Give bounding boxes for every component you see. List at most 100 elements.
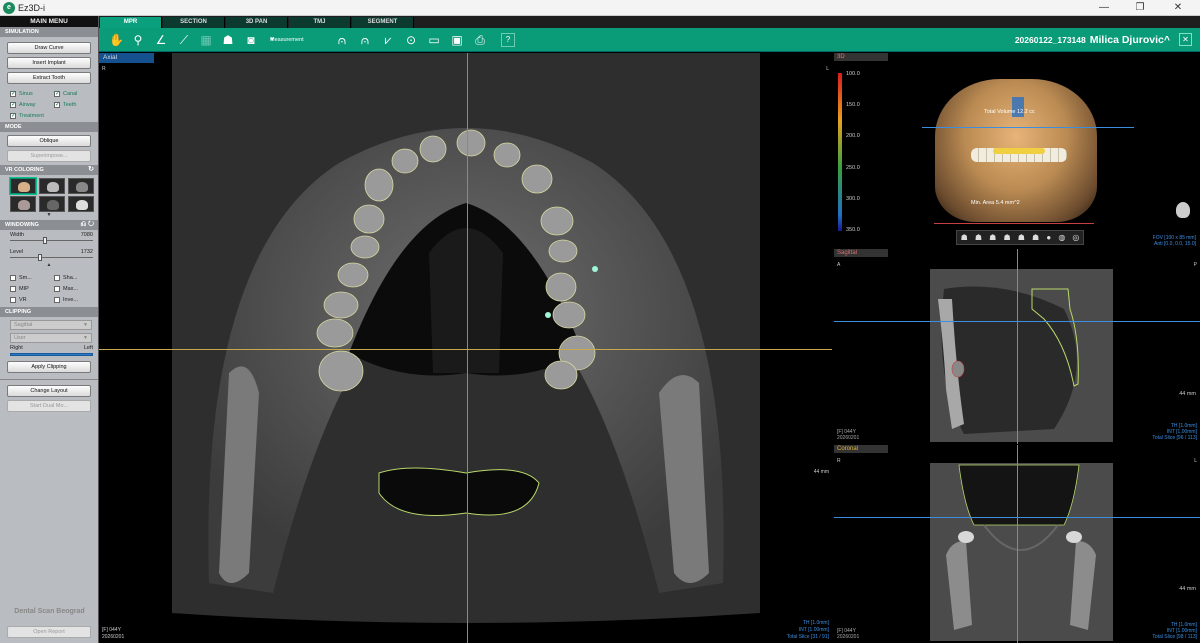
3d-view[interactable]: 3D 100.0 150.0 200.0 250.0 300.0 350.0 T… <box>834 53 1200 248</box>
patient-name: Milica Djurovic^ <box>1089 34 1170 46</box>
clip-left-label: Left <box>83 345 93 351</box>
coronal-vertical-crosshair[interactable] <box>1017 445 1018 643</box>
vr-checkbox[interactable]: VR <box>10 296 54 303</box>
windowing-reset-icon[interactable]: ⎌ ↻ <box>81 220 94 230</box>
axial-scan-image <box>172 53 760 623</box>
mip-checkbox[interactable]: MIP <box>10 285 54 292</box>
windowing-collapse-icon[interactable]: ▲ <box>0 262 98 271</box>
vr-preset-2[interactable] <box>39 178 65 194</box>
implant-icon[interactable]: ⩀ <box>358 33 372 47</box>
width-track[interactable] <box>10 240 93 241</box>
vr-preset-1[interactable] <box>9 177 37 195</box>
sagittal-corner-a: A <box>837 262 841 268</box>
tab-segment[interactable]: SEGMENT <box>352 17 414 28</box>
airway-checkbox[interactable]: ✓ Airway <box>10 101 54 108</box>
level-slider-handle[interactable] <box>38 254 43 261</box>
vr-preset-4[interactable] <box>10 196 36 212</box>
level-track[interactable] <box>10 257 93 258</box>
tab-section[interactable]: SECTION <box>163 17 225 28</box>
brand-label: Dental Scan Beograd <box>14 608 85 615</box>
treatment-checkbox[interactable]: ✓ Treatment <box>10 112 57 119</box>
sagittal-vertical-crosshair[interactable] <box>1017 249 1018 444</box>
help-icon[interactable]: ? <box>501 33 515 47</box>
insert-implant-button[interactable]: Insert Implant <box>7 57 91 69</box>
min-area-label: Min. Area 5.4 mm^2 <box>971 200 1020 206</box>
view-left-icon[interactable]: ☗ <box>989 233 996 242</box>
axial-corner-r: R <box>102 66 106 72</box>
max-checkbox[interactable]: Max... <box>54 285 98 292</box>
close-patient-icon[interactable]: ✕ <box>1179 33 1192 46</box>
coronal-scale: 44 mm <box>1179 586 1196 592</box>
clipping-range-slider[interactable] <box>10 353 93 356</box>
axial-vertical-crosshair[interactable] <box>467 53 468 643</box>
ruler-icon[interactable]: ▦ <box>199 33 213 47</box>
superimpose-button[interactable]: Superimpose... <box>7 150 91 162</box>
maximize-button[interactable]: ❐ <box>1122 0 1158 16</box>
coronal-label: Coronal <box>834 445 888 453</box>
teeth-checkbox[interactable]: ✓ Teeth <box>54 101 98 108</box>
refresh-icon[interactable]: ↻ <box>88 165 94 175</box>
minimize-button[interactable]: — <box>1086 0 1122 16</box>
start-dual-mode-button[interactable]: Start Dual Mo... <box>7 400 91 412</box>
density-icon[interactable]: ⩗ <box>381 33 395 47</box>
axial-info-left-2: 20260201 <box>102 634 125 640</box>
tab-3d-pan[interactable]: 3D PAN <box>226 17 288 28</box>
sagittal-scale: 44 mm <box>1179 391 1196 397</box>
tab-tmj[interactable]: TMJ <box>289 17 351 28</box>
annotation-icon[interactable]: ☗ <box>221 33 235 47</box>
vr-preset-5[interactable] <box>39 196 65 212</box>
zoom-icon[interactable]: ⚲ <box>131 33 145 47</box>
layout-2-icon[interactable]: ▣ <box>450 33 464 47</box>
view-back-icon[interactable]: ☗ <box>975 233 982 242</box>
layout-1-icon[interactable]: ▭ <box>427 33 441 47</box>
invert-checkbox[interactable]: Inve... <box>54 296 98 303</box>
view-right-icon[interactable]: ☗ <box>1003 233 1010 242</box>
curve-measure-icon[interactable]: ⟋ <box>177 33 191 47</box>
sagittal-horizontal-crosshair[interactable] <box>834 321 1200 322</box>
main-menu-sidebar: MAIN MENU SIMULATION Draw Curve Insert I… <box>0 16 99 643</box>
save-image-icon[interactable]: ⎙ <box>473 33 487 47</box>
view-reset-icon[interactable]: ◍ <box>1058 233 1065 242</box>
coronal-view[interactable]: Coronal R L 44 mm [F] 044Y 20260201 TH [… <box>834 445 1200 643</box>
extract-tooth-button[interactable]: Extract Tooth <box>7 72 91 84</box>
oblique-button[interactable]: Oblique <box>7 135 91 147</box>
pan-hand-icon[interactable]: ✋ <box>109 33 124 47</box>
clipping-mode-select[interactable]: User ▼ <box>10 333 92 343</box>
sinus-checkbox[interactable]: ✓ Sinus <box>10 90 54 97</box>
vr-preset-6[interactable] <box>68 196 94 212</box>
width-label: Width <box>10 232 25 238</box>
view-bottom-icon[interactable]: ☗ <box>1032 233 1039 242</box>
measurement-label[interactable]: Measurement <box>270 37 304 43</box>
clipping-plane-select[interactable]: Sagittal ▼ <box>10 320 92 330</box>
orientation-head-icon[interactable] <box>1176 202 1190 218</box>
sagittal-info-left: [F] 044Y 20260201 <box>837 429 859 441</box>
sharpen-checkbox[interactable]: Sha... <box>54 274 98 281</box>
sagittal-view[interactable]: Sagittal A P 44 mm [F] 044Y 20260201 TH … <box>834 249 1200 444</box>
width-slider-handle[interactable] <box>43 237 48 244</box>
vr-preset-3[interactable] <box>68 178 94 194</box>
smooth-checkbox[interactable]: Sm... <box>10 274 54 281</box>
apply-clipping-button[interactable]: Apply Clipping <box>7 361 91 373</box>
vr-expand-icon[interactable]: ▼ <box>0 212 98 220</box>
axial-horizontal-crosshair[interactable] <box>99 349 832 350</box>
coronal-info-left: [F] 044Y 20260201 <box>837 628 859 640</box>
nerve-icon[interactable]: ⩀ <box>335 33 349 47</box>
view-top-icon[interactable]: ☗ <box>1018 233 1025 242</box>
capture-icon[interactable]: ◙ <box>244 33 258 47</box>
close-window-button[interactable]: ✕ <box>1160 0 1196 16</box>
canal-checkbox[interactable]: ✓ Canal <box>54 90 98 97</box>
view-rotate-icon[interactable]: ◎ <box>1072 233 1079 242</box>
density-colorbar <box>838 73 842 231</box>
open-report-button[interactable]: Open Report <box>7 626 91 638</box>
coronal-horizontal-crosshair[interactable] <box>834 517 1200 518</box>
axial-view[interactable]: Axial R L 44 mm [F] 044Y 20260201 TH [1.… <box>99 53 832 643</box>
angle-icon[interactable]: ∠ <box>154 33 168 47</box>
reset-view-icon[interactable]: ⊙ <box>404 33 418 47</box>
view-front-icon[interactable]: ☗ <box>961 233 968 242</box>
view-iso-icon[interactable]: ● <box>1046 233 1051 242</box>
width-slider-row: Width 7080 <box>0 230 98 244</box>
change-layout-button[interactable]: Change Layout <box>7 385 91 397</box>
tab-mpr[interactable]: MPR <box>100 17 162 28</box>
draw-curve-button[interactable]: Draw Curve <box>7 42 91 54</box>
level-value: 1732 <box>80 249 93 255</box>
